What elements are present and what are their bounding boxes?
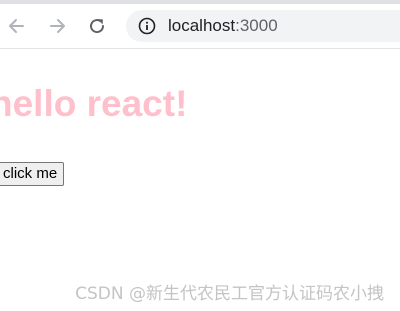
back-button[interactable] [4,13,30,39]
back-arrow-icon [9,19,24,33]
address-port: :3000 [235,16,278,35]
browser-toolbar: localhost:3000 [0,4,400,49]
address-text[interactable]: localhost:3000 [168,16,278,36]
watermark-text: CSDN @新生代农民工官方认证码农小拽 [75,284,384,304]
page-heading: hello react! [0,83,188,124]
forward-arrow-icon [50,19,65,33]
click-me-button[interactable]: click me [0,162,65,186]
address-bar[interactable]: localhost:3000 [126,10,400,42]
forward-button[interactable] [44,13,70,39]
address-host: localhost [168,16,236,35]
page-content: hello react! click me CSDN @新生代农民工官方认证码农… [0,49,400,311]
info-icon[interactable] [138,17,156,35]
reload-icon [90,19,105,34]
reload-button[interactable] [84,13,110,39]
